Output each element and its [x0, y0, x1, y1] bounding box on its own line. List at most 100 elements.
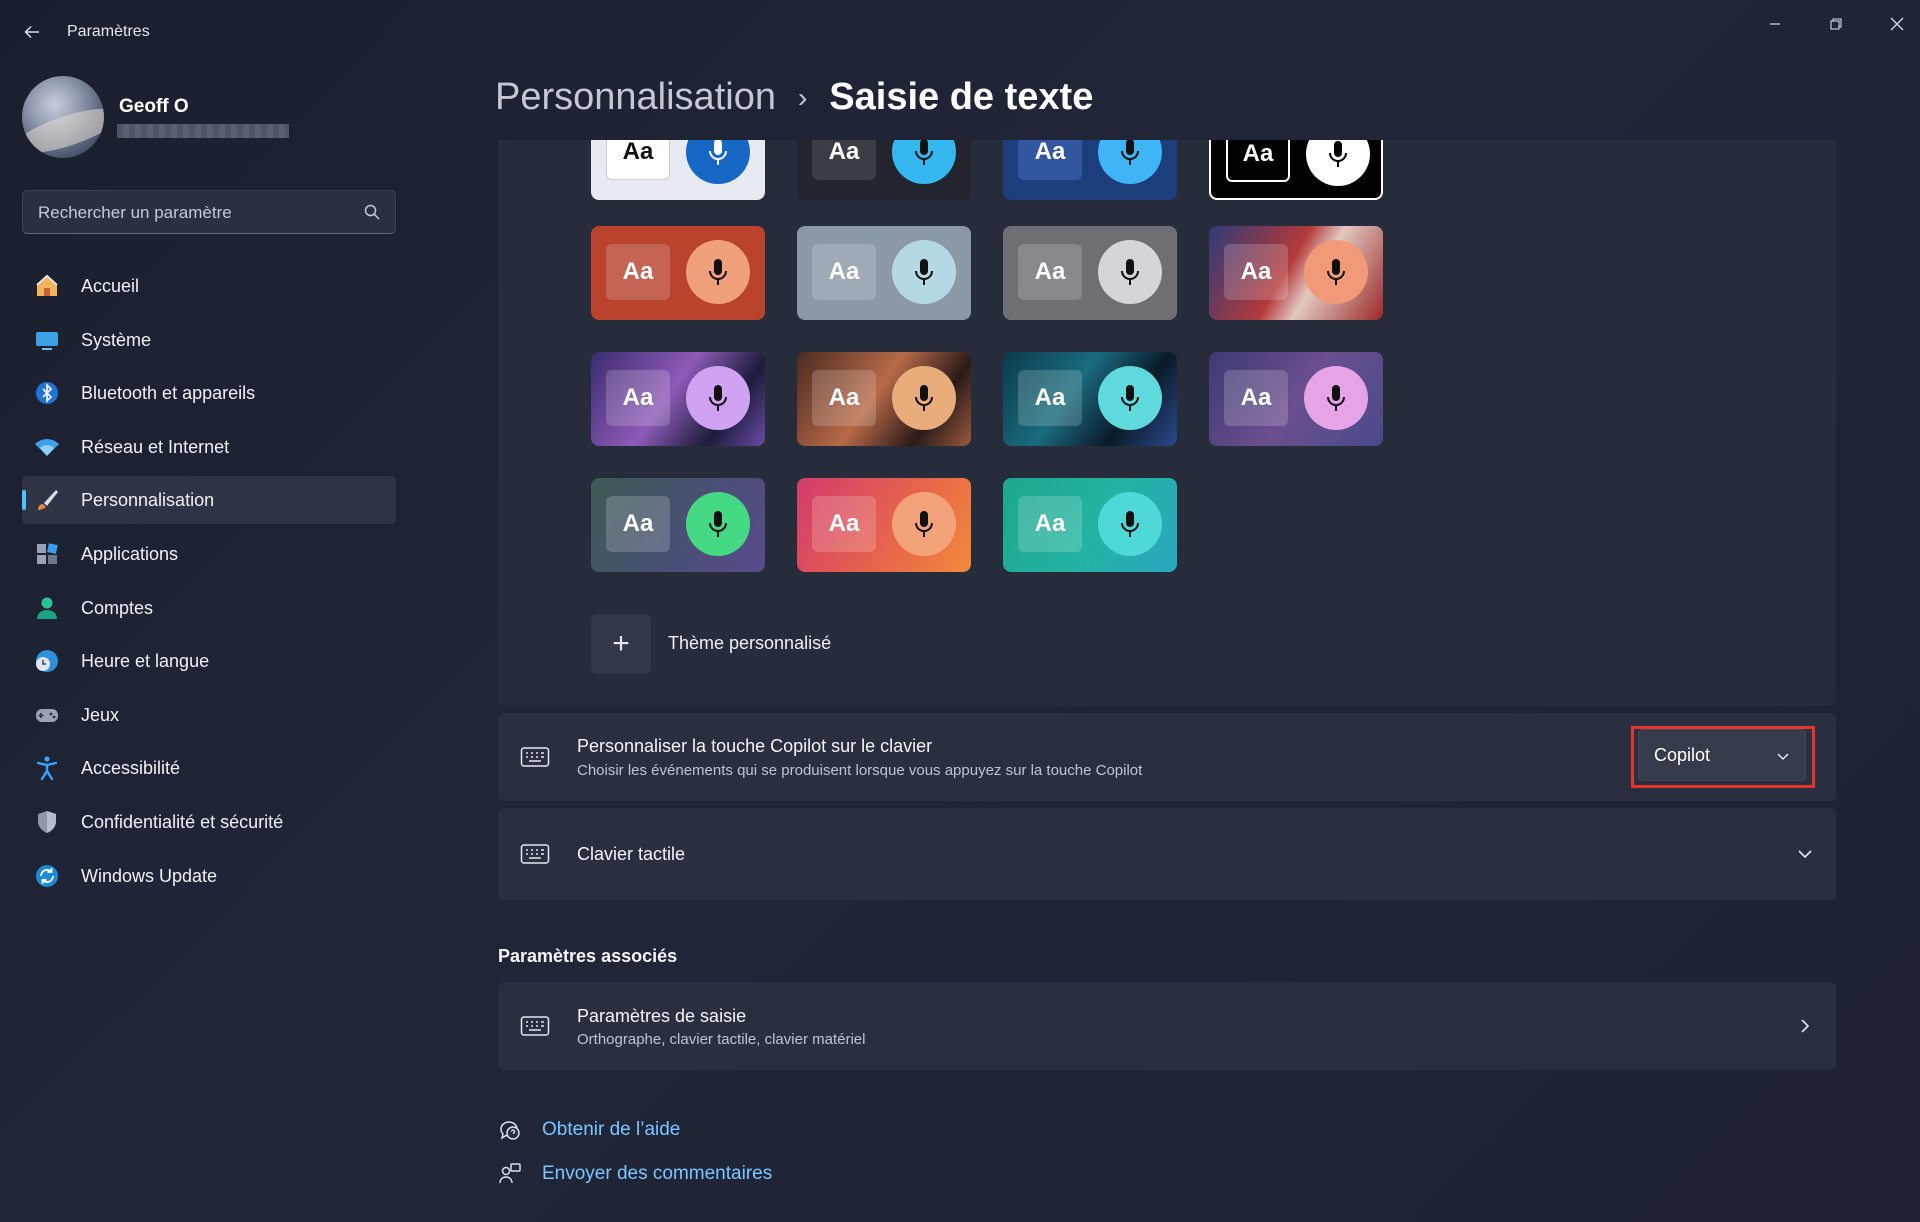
theme-gallery: Aa Aa Aa Aa Aa Aa Aa Aa Aa Aa Aa Aa Aa A…: [498, 140, 1836, 706]
gamepad-icon: [36, 708, 58, 722]
minimize-button[interactable]: [1752, 8, 1798, 40]
theme-tile[interactable]: Aa: [1003, 226, 1177, 320]
breadcrumb: Personnalisation › Saisie de texte: [495, 76, 1093, 119]
accessibility-icon: [36, 756, 58, 781]
tile-aa-label: Aa: [1018, 244, 1082, 300]
sidebar-item-accueil[interactable]: Accueil: [22, 262, 396, 310]
search-placeholder: Rechercher un paramètre: [38, 203, 232, 222]
touch-keyboard-title: Clavier tactile: [577, 844, 686, 864]
typing-settings-title: Paramètres de saisie: [577, 1006, 747, 1026]
theme-tile[interactable]: Aa: [1003, 352, 1177, 446]
sidebar-item-label: Windows Update: [81, 865, 218, 886]
breadcrumb-parent[interactable]: Personnalisation: [495, 76, 776, 119]
tile-aa-label: Aa: [1018, 140, 1082, 180]
microphone-icon: [686, 140, 750, 184]
sidebar-item-reseau[interactable]: Réseau et Internet: [22, 423, 396, 471]
restore-icon: [1830, 18, 1842, 30]
sidebar-item-label: Bluetooth et appareils: [81, 383, 256, 404]
sidebar-item-applications[interactable]: Applications: [22, 530, 396, 578]
tile-aa-label: Aa: [606, 244, 670, 300]
time-language-icon: [36, 650, 58, 673]
back-button[interactable]: [18, 18, 46, 46]
theme-tile[interactable]: Aa: [591, 478, 765, 572]
settings-window: Paramètres Geoff O Rechercher un paramèt…: [0, 0, 1920, 1222]
sidebar-item-jeux[interactable]: Jeux: [22, 691, 396, 739]
sidebar-item-bluetooth[interactable]: Bluetooth et appareils: [22, 369, 396, 417]
theme-tile[interactable]: Aa: [591, 226, 765, 320]
wifi-icon: [35, 438, 59, 456]
theme-tile[interactable]: Aa: [797, 352, 971, 446]
copilot-key-title: Personnaliser la touche Copilot sur le c…: [577, 736, 933, 756]
apps-icon: [37, 543, 58, 564]
theme-tile[interactable]: Aa: [797, 478, 971, 572]
page-title: Saisie de texte: [829, 76, 1094, 118]
keyboard-icon: [520, 1016, 550, 1036]
shield-icon: [38, 810, 56, 833]
sidebar-item-label: Applications: [81, 543, 179, 564]
theme-tile[interactable]: Aa: [591, 352, 765, 446]
sidebar-item-personnalisation[interactable]: Personnalisation: [22, 476, 396, 525]
tile-aa-label: Aa: [606, 370, 670, 426]
sidebar-item-systeme[interactable]: Système: [22, 316, 396, 364]
close-icon: [1890, 17, 1904, 31]
microphone-icon: [686, 240, 750, 304]
typing-settings-link[interactable]: Paramètres de saisie Orthographe, clavie…: [498, 982, 1836, 1070]
copilot-key-description: Choisir les événements qui se produisent…: [577, 762, 1143, 779]
brush-icon: [38, 490, 58, 511]
sidebar-item-accessibilite[interactable]: Accessibilité: [22, 744, 396, 792]
sidebar-item-windows-update[interactable]: Windows Update: [22, 852, 396, 900]
microphone-icon: [686, 366, 750, 430]
search-icon: [364, 204, 380, 220]
tile-aa-label: Aa: [1018, 496, 1082, 552]
title-bar: Paramètres: [0, 0, 1920, 64]
tile-aa-label: Aa: [1224, 244, 1288, 300]
microphone-icon: [1098, 492, 1162, 556]
add-custom-theme-button[interactable]: +: [591, 614, 651, 674]
touch-keyboard-setting[interactable]: Clavier tactile: [498, 808, 1836, 900]
bluetooth-icon: [36, 382, 58, 405]
chevron-right-icon: ›: [797, 81, 808, 113]
system-icon: [36, 331, 58, 350]
microphone-icon: [686, 492, 750, 556]
custom-theme-label[interactable]: Thème personnalisé: [668, 633, 831, 654]
sidebar-item-label: Accessibilité: [81, 758, 181, 779]
send-feedback-text[interactable]: Envoyer des commentaires: [542, 1163, 772, 1185]
microphone-icon: [1098, 366, 1162, 430]
microphone-icon: [892, 492, 956, 556]
user-email-redacted: [117, 124, 289, 138]
close-button[interactable]: [1874, 8, 1920, 40]
theme-tile[interactable]: Aa: [797, 226, 971, 320]
theme-tile[interactable]: Aa: [1209, 226, 1383, 320]
sidebar-item-label: Comptes: [81, 597, 154, 618]
theme-tile[interactable]: Aa: [591, 140, 765, 200]
keyboard-icon: [520, 844, 550, 864]
sidebar-item-label: Accueil: [81, 276, 140, 296]
sidebar-item-comptes[interactable]: Comptes: [22, 584, 396, 632]
tile-aa-label: Aa: [812, 140, 876, 180]
sidebar-item-label: Réseau et Internet: [81, 436, 230, 457]
theme-tile[interactable]: Aa: [1209, 352, 1383, 446]
typing-settings-description: Orthographe, clavier tactile, clavier ma…: [577, 1031, 866, 1048]
avatar: [22, 76, 104, 158]
restore-button[interactable]: [1813, 8, 1859, 40]
chevron-right-icon: [1801, 1019, 1810, 1033]
theme-tile[interactable]: Aa: [797, 140, 971, 200]
help-icon: [500, 1121, 520, 1140]
tile-aa-label: Aa: [812, 244, 876, 300]
get-help-text[interactable]: Obtenir de l’aide: [542, 1119, 680, 1141]
theme-tile[interactable]: Aa: [1003, 140, 1177, 200]
tile-aa-label: Aa: [812, 496, 876, 552]
microphone-icon: [1304, 366, 1368, 430]
search-input[interactable]: Rechercher un paramètre: [22, 190, 396, 234]
chevron-down-icon: [1798, 850, 1812, 859]
theme-tile[interactable]: Aa: [1209, 140, 1383, 200]
sidebar-item-heure-langue[interactable]: Heure et langue: [22, 637, 396, 685]
related-settings-heading: Paramètres associés: [498, 946, 678, 966]
sidebar-item-label: Personnalisation: [81, 490, 215, 511]
sidebar-item-confidentialite[interactable]: Confidentialité et sécurité: [22, 798, 396, 846]
sidebar-item-label: Jeux: [81, 704, 120, 725]
microphone-icon: [1098, 240, 1162, 304]
theme-tile[interactable]: Aa: [1003, 478, 1177, 572]
copilot-key-setting: Personnaliser la touche Copilot sur le c…: [498, 713, 1836, 801]
tile-aa-label: Aa: [1018, 370, 1082, 426]
